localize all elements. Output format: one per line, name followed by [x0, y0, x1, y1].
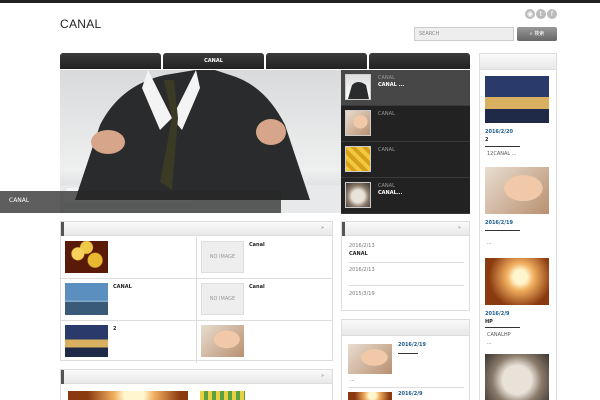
news-date: 2016/2/13 [349, 243, 375, 249]
divider [349, 387, 464, 388]
right-thumb[interactable] [485, 258, 549, 305]
panel-header [480, 54, 556, 70]
right-thumb[interactable] [485, 167, 549, 214]
right-title[interactable]: 2 [485, 137, 488, 143]
nav-tab-2[interactable]: CANAL [163, 53, 264, 69]
slider-thumb [345, 146, 371, 172]
right-thumb[interactable] [485, 76, 549, 123]
grid-item[interactable] [197, 321, 333, 363]
divider [349, 285, 464, 286]
grid-item[interactable]: NO IMAGE Canal [197, 237, 333, 279]
post-thumb[interactable] [200, 391, 245, 400]
recent-panel: 2016/2/19 ... 2016/2/9 [341, 319, 470, 400]
grid-item-title: Canal [249, 242, 265, 248]
slider-caption-text: CANAL [9, 197, 30, 204]
divider [398, 353, 418, 354]
divider [349, 262, 464, 263]
slider-item-title: CANAL ... [378, 82, 405, 88]
search-button-label: 検索 [534, 31, 545, 37]
news-date: 2015/3/19 [349, 291, 375, 297]
slider-item-sub: CANAL [378, 111, 395, 117]
search-button[interactable]: ⌕ 検索 [517, 27, 557, 41]
grid-item-title: 2 [113, 326, 117, 332]
bottom-panel: » [60, 369, 333, 400]
grid-thumb [65, 283, 108, 315]
recent-thumb[interactable] [348, 344, 392, 374]
grid-item[interactable]: CANAL [61, 279, 197, 321]
search-icon: ⌕ [529, 31, 533, 37]
grid-thumb [65, 325, 108, 357]
grid-item[interactable]: 2 [61, 321, 197, 363]
news-date: 2016/2/13 [349, 267, 375, 273]
right-text: ... [487, 340, 492, 346]
chevron-right-icon[interactable]: » [321, 373, 324, 379]
right-date: 2016/2/19 [485, 220, 514, 226]
right-date: 2016/2/20 [485, 129, 514, 135]
grid-thumb [201, 325, 244, 357]
right-text: ... [487, 240, 492, 246]
slider-item-title: CANAL... [378, 190, 403, 196]
site-logo[interactable]: CANAL [60, 17, 102, 31]
grid-item-title: CANAL [113, 284, 132, 290]
news-panel: » 2016/2/13 CANAL 2016/2/13 2015/3/19 [341, 221, 470, 311]
news-title[interactable]: CANAL [349, 251, 368, 257]
slider-list-item[interactable]: CANAL CANAL ... [341, 70, 470, 106]
slider-list-item[interactable]: CANAL [341, 142, 470, 178]
panel-tick [61, 222, 64, 236]
slider-list-item[interactable]: CANAL CANAL... [341, 178, 470, 214]
no-image-placeholder: NO IMAGE [201, 283, 244, 315]
chevron-right-icon[interactable]: » [458, 225, 461, 231]
slider-item-sub: CANAL [378, 147, 395, 153]
recent-date: 2016/2/9 [398, 391, 423, 397]
facebook-icon[interactable]: f [547, 9, 557, 19]
slider-list-item[interactable]: CANAL [341, 106, 470, 142]
right-column: 2016/2/20 2 12CANAL ... 2016/2/19 ... 20… [479, 53, 557, 400]
nav-tab-3[interactable] [266, 53, 367, 69]
divider [485, 230, 520, 231]
chevron-right-icon[interactable]: » [321, 225, 324, 231]
panel-header [342, 320, 469, 336]
slider-thumb [345, 110, 371, 136]
panel-header: » [61, 222, 332, 236]
twitter-icon[interactable]: t [536, 9, 546, 19]
search-input[interactable]: SEARCH [414, 27, 514, 41]
slider-thumb [345, 74, 371, 100]
grid-item[interactable]: NO IMAGE Canal [197, 279, 333, 321]
rss-icon[interactable]: ◉ [525, 9, 535, 19]
panel-tick [342, 222, 345, 236]
right-date: 2016/2/9 [485, 311, 510, 317]
slider-list: CANAL CANAL ... CANAL CANAL CANAL CANAL.… [341, 70, 470, 214]
panel-header: » [61, 370, 332, 384]
right-text: CANALHP [487, 332, 511, 338]
slider-item-sub: CANAL [378, 75, 395, 81]
nav-tab-1[interactable] [60, 53, 161, 69]
divider [485, 327, 520, 328]
top-bar [0, 0, 600, 3]
grid-item[interactable] [61, 237, 197, 279]
right-text: 12CANAL ... [487, 151, 517, 157]
panel-header: » [342, 222, 469, 236]
nav-tab-4[interactable] [369, 53, 470, 69]
grid-thumb [65, 241, 108, 273]
slider-caption: CANAL [0, 191, 281, 213]
right-title[interactable]: HP [485, 319, 493, 325]
post-thumb[interactable] [68, 391, 188, 400]
slider-item-sub: CANAL [378, 183, 395, 189]
right-thumb[interactable] [485, 354, 549, 400]
no-image-placeholder: NO IMAGE [201, 241, 244, 273]
recent-text: ... [350, 377, 355, 383]
panel-tick [61, 370, 64, 384]
divider [485, 146, 520, 147]
grid-item-title: Canal [249, 284, 265, 290]
recent-thumb[interactable] [348, 392, 392, 400]
post-grid-panel: » NO IMAGE Canal CANAL NO IMAGE Canal 2 [60, 221, 333, 363]
slider-thumb [345, 182, 371, 208]
recent-date: 2016/2/19 [398, 342, 427, 348]
